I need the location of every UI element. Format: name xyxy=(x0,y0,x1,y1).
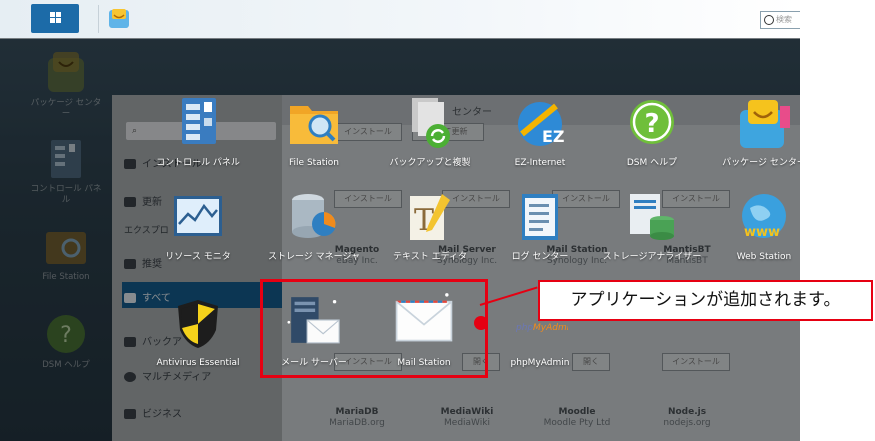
app-file-station[interactable]: File Station xyxy=(262,96,366,169)
app-label: バックアップと複製 xyxy=(389,158,471,168)
desktop: 検索 パッケージ センター コントロール パネル File Station ? … xyxy=(0,0,800,441)
app-storage-manager[interactable]: ストレージ マネージャ xyxy=(262,190,366,263)
app-web-station[interactable]: www Web Station xyxy=(712,190,800,263)
package-center-icon xyxy=(109,9,129,28)
resource-monitor-icon xyxy=(174,196,222,236)
app-label: コントロール パネル xyxy=(156,158,240,168)
app-label: EZ-Internet xyxy=(514,158,566,168)
app-label: ストレージアナライザー xyxy=(602,252,702,262)
backup-replication-icon xyxy=(412,98,450,148)
svg-text:php: php xyxy=(515,323,533,333)
search-input[interactable]: 検索 xyxy=(760,11,800,29)
app-label: File Station xyxy=(289,158,339,168)
app-ez-internet[interactable]: EZ EZ-Internet xyxy=(488,96,592,169)
app-resource-monitor[interactable]: リソース モニタ xyxy=(146,190,250,263)
web-station-icon: www xyxy=(742,194,786,240)
app-control-panel[interactable]: コントロール パネル xyxy=(146,96,250,169)
app-label: ストレージ マネージャ xyxy=(267,252,361,262)
svg-text:MyAdmin: MyAdmin xyxy=(533,323,568,333)
search-placeholder: 検索 xyxy=(776,15,792,24)
antivirus-shield-icon xyxy=(178,300,218,348)
callout-pointer-dot xyxy=(474,316,488,330)
svg-text:www: www xyxy=(744,225,780,240)
storage-manager-icon xyxy=(292,194,336,238)
app-label: テキスト エディタ xyxy=(393,252,467,262)
taskbar-package-center[interactable] xyxy=(98,5,139,33)
svg-text:?: ? xyxy=(644,109,659,139)
app-dsm-help[interactable]: ? DSM ヘルプ xyxy=(600,96,704,169)
app-backup-replication[interactable]: バックアップと複製 xyxy=(378,96,482,169)
text-editor-icon: T xyxy=(410,194,450,240)
ez-internet-icon: EZ xyxy=(518,102,565,146)
folder-search-icon xyxy=(290,106,338,144)
app-label: DSM ヘルプ xyxy=(626,158,678,168)
log-center-icon xyxy=(522,194,558,240)
app-label: リソース モニタ xyxy=(165,252,231,262)
callout-text: アプリケーションが追加されます。 xyxy=(570,290,841,310)
control-panel-icon xyxy=(182,98,216,144)
svg-text:EZ: EZ xyxy=(542,127,565,146)
app-label: ログ センター xyxy=(511,252,569,262)
app-label: パッケージ センター xyxy=(722,158,800,168)
help-icon: ? xyxy=(630,100,674,144)
app-storage-analyzer[interactable]: ストレージアナライザー xyxy=(600,190,704,263)
app-antivirus-essential[interactable]: Antivirus Essential xyxy=(146,296,250,369)
app-log-center[interactable]: ログ センター xyxy=(488,190,592,263)
app-label: Antivirus Essential xyxy=(156,358,240,368)
taskbar: 検索 xyxy=(0,0,800,39)
storage-analyzer-icon xyxy=(630,194,674,240)
app-label: Web Station xyxy=(736,252,792,262)
app-text-editor[interactable]: T テキスト エディタ xyxy=(378,190,482,263)
callout-box: アプリケーションが追加されます。 xyxy=(538,280,873,321)
package-center-icon xyxy=(740,100,790,148)
search-icon xyxy=(764,14,774,25)
main-menu-icon xyxy=(50,12,61,23)
main-menu-button[interactable] xyxy=(31,4,79,33)
app-package-center[interactable]: パッケージ センター xyxy=(712,96,800,169)
app-label: phpMyAdmin xyxy=(510,358,570,368)
new-apps-highlight xyxy=(260,279,488,378)
